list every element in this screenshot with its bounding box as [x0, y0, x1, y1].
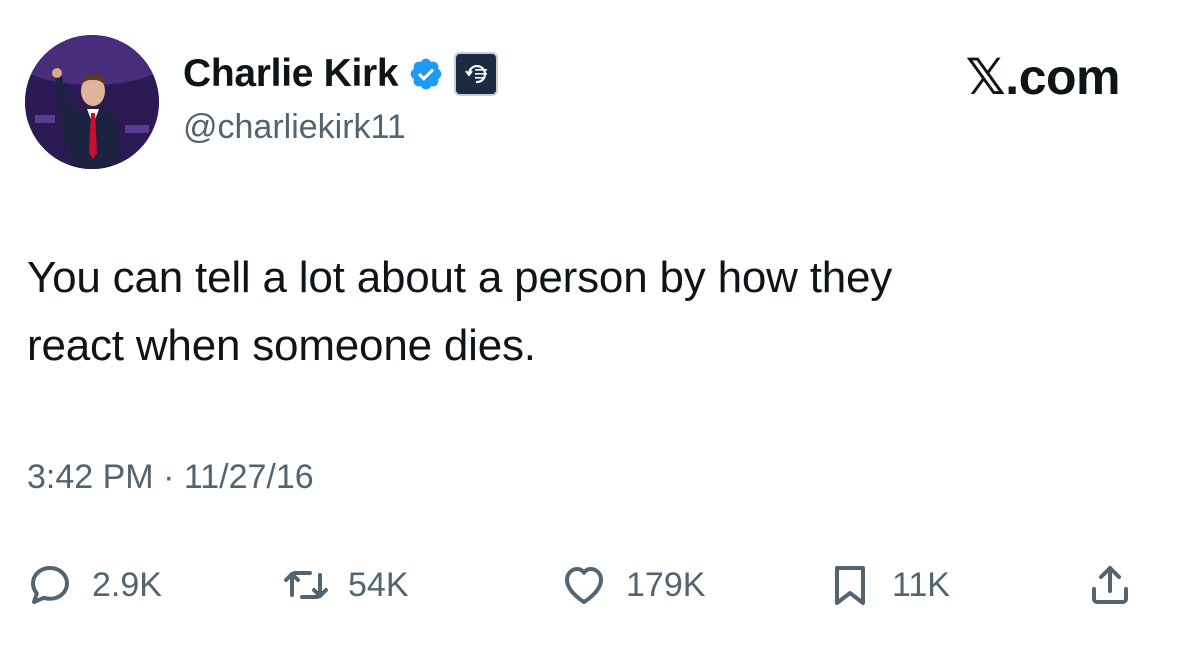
avatar[interactable] [25, 35, 159, 169]
bookmark-button[interactable]: 11K [826, 555, 950, 615]
retweet-icon [284, 571, 328, 599]
tweet-timestamp[interactable]: 3:42 PM · 11/27/16 [27, 458, 314, 497]
x-com-logo: 𝕏.com [965, 49, 1121, 105]
tweet-card: Charlie Kirk @charliekirk11 𝕏.com You ca… [0, 0, 1178, 658]
like-count: 179K [626, 565, 706, 604]
heart-icon [565, 567, 603, 604]
author-row: Charlie Kirk [183, 50, 499, 98]
tweet-actions-bar: 2.9K 54K 179K 11K [0, 555, 1178, 615]
retweet-count: 54K [348, 565, 409, 604]
author-handle[interactable]: @charliekirk11 [183, 108, 406, 147]
reply-count: 2.9K [92, 565, 162, 604]
verified-badge-icon [408, 56, 444, 92]
reply-button[interactable]: 2.9K [26, 555, 162, 615]
share-button[interactable] [1086, 555, 1134, 615]
author-display-name[interactable]: Charlie Kirk [183, 52, 399, 96]
bookmark-count: 11K [892, 565, 950, 604]
tweet-text: You can tell a lot about a person by how… [27, 253, 893, 370]
tweet-date: 11/27/16 [183, 458, 314, 496]
avatar-image [25, 35, 159, 169]
share-icon [1092, 566, 1128, 604]
retweet-button[interactable]: 54K [282, 555, 409, 615]
reply-icon [31, 566, 69, 604]
tweet-time: 3:42 PM [27, 458, 154, 496]
like-button[interactable]: 179K [560, 555, 705, 615]
bookmark-icon [835, 566, 865, 605]
turning-point-usa-badge-icon[interactable] [454, 52, 499, 96]
meta-separator: · [163, 458, 175, 496]
